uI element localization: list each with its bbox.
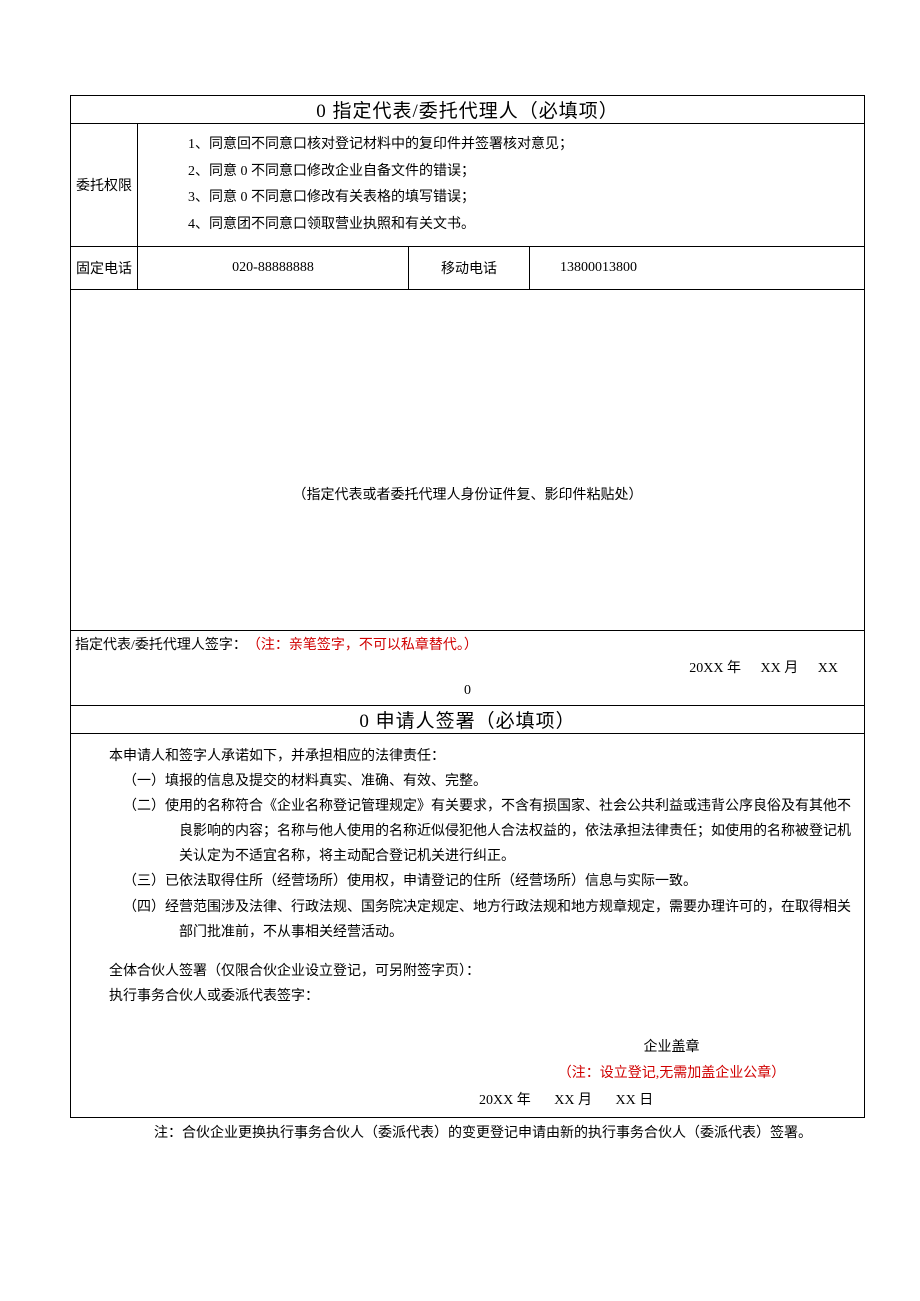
section1-title: 0 指定代表/委托代理人（必填项） [71, 96, 865, 124]
applicant-intro: 本申请人和签字人承诺如下，并承担相应的法律责任： [109, 744, 854, 769]
page: 0 指定代表/委托代理人（必填项） 委托权限 1、同意回不同意口核对登记材料中的… [0, 0, 920, 1186]
s2-date-day: XX 日 [615, 1093, 653, 1108]
zero-mark: 0 [75, 680, 860, 702]
form-table: 0 指定代表/委托代理人（必填项） 委托权限 1、同意回不同意口核对登记材料中的… [70, 95, 865, 1118]
mobile-phone-value: 13800013800 [530, 247, 865, 290]
auth-item: 4、同意团不同意口领取营业执照和有关文书。 [188, 212, 864, 239]
auth-item: 2、同意 0 不同意口修改企业自备文件的错误； [188, 159, 864, 186]
partners-sign-label: 全体合伙人签署（仅限合伙企业设立登记，可另附签字页）： [109, 959, 854, 984]
date-day: XX [818, 661, 838, 676]
stamp-label: 企业盖章 [489, 1035, 854, 1060]
applicant-item-2: （二）使用的名称符合《企业名称登记管理规定》有关要求，不含有损国家、社会公共利益… [123, 794, 854, 870]
auth-label: 委托权限 [71, 124, 138, 247]
agent-sign-cell: 指定代表/委托代理人签字： （注：亲笔签字，不可以私章替代。） 20XX 年 X… [71, 631, 865, 705]
fixed-phone-value: 020-88888888 [138, 247, 409, 290]
applicant-cell: 本申请人和签字人承诺如下，并承担相应的法律责任： （一）填报的信息及提交的材料真… [71, 733, 865, 1117]
applicant-item-4: （四）经营范围涉及法律、行政法规、国务院决定规定、地方行政法规和地方规章规定，需… [123, 895, 854, 945]
id-paste-area: （指定代表或者委托代理人身份证件复、影印件粘贴处） [71, 290, 865, 631]
fixed-phone-label: 固定电话 [71, 247, 138, 290]
section2-title: 0 申请人签署（必填项） [71, 705, 865, 733]
agent-sign-note: （注：亲笔签字，不可以私章替代。） [247, 635, 478, 657]
footnote: 注：合伙企业更换执行事务合伙人（委派代表）的变更登记申请由新的执行事务合伙人（委… [70, 1118, 865, 1146]
date-year: 20XX 年 [689, 661, 741, 676]
s2-date-year: 20XX 年 [479, 1093, 531, 1108]
id-placeholder-text: （指定代表或者委托代理人身份证件复、影印件粘贴处） [71, 484, 864, 504]
applicant-item-3: （三）已依法取得住所（经营场所）使用权，申请登记的住所（经营场所）信息与实际一致… [123, 869, 854, 894]
auth-item: 3、同意 0 不同意口修改有关表格的填写错误； [188, 185, 864, 212]
exec-partner-sign-label: 执行事务合伙人或委派代表签字： [109, 984, 854, 1009]
auth-item: 1、同意回不同意口核对登记材料中的复印件并签署核对意见； [188, 132, 864, 159]
s2-date-month: XX 月 [554, 1093, 592, 1108]
stamp-note: （注：设立登记,无需加盖企业公章） [489, 1061, 854, 1086]
auth-list-cell: 1、同意回不同意口核对登记材料中的复印件并签署核对意见； 2、同意 0 不同意口… [138, 124, 865, 247]
applicant-item-1: （一）填报的信息及提交的材料真实、准确、有效、完整。 [123, 769, 854, 794]
date-month: XX 月 [761, 661, 799, 676]
mobile-phone-label: 移动电话 [409, 247, 530, 290]
agent-sign-label: 指定代表/委托代理人签字： [75, 635, 247, 657]
